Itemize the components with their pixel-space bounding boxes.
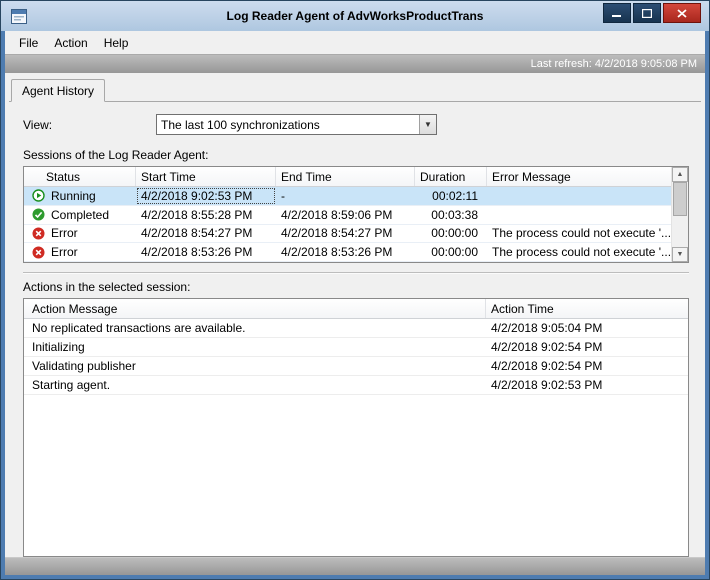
sessions-table-header: Status Start Time End Time Duration Erro… [24, 167, 671, 187]
window: Log Reader Agent of AdvWorksProductTrans… [0, 0, 710, 580]
action-time-cell: 4/2/2018 9:02:54 PM [491, 359, 603, 373]
scroll-track[interactable] [672, 182, 688, 247]
status-text: Error [51, 245, 78, 260]
action-time-cell: 4/2/2018 9:02:54 PM [491, 340, 603, 354]
end-time-cell: 4/2/2018 8:53:26 PM [281, 245, 393, 260]
table-row[interactable]: Error 4/2/2018 8:54:27 PM 4/2/2018 8:54:… [24, 224, 671, 244]
status-cell: Completed [24, 206, 136, 224]
action-row[interactable]: Initializing 4/2/2018 9:02:54 PM [24, 338, 688, 357]
column-header-duration[interactable]: Duration [415, 167, 487, 186]
start-time-cell: 4/2/2018 9:02:53 PM [136, 187, 276, 205]
view-row: View: The last 100 synchronizations ▼ [23, 114, 689, 135]
scroll-down-button[interactable]: ▼ [672, 247, 688, 262]
start-time-cell: 4/2/2018 8:55:28 PM [141, 207, 253, 222]
actions-table-header: Action Message Action Time [24, 299, 688, 319]
action-time-cell: 4/2/2018 9:02:53 PM [491, 378, 603, 392]
menu-item-file[interactable]: File [11, 33, 46, 53]
sessions-table: Status Start Time End Time Duration Erro… [23, 166, 689, 263]
minimize-button[interactable] [603, 3, 631, 23]
vertical-scrollbar[interactable]: ▲ ▼ [671, 167, 688, 262]
error-message-cell: The process could not execute '... [492, 245, 671, 260]
start-time-cell: 4/2/2018 8:54:27 PM [141, 226, 253, 241]
column-header-end-time[interactable]: End Time [276, 167, 415, 186]
section-divider [23, 272, 689, 274]
completed-icon [32, 208, 45, 221]
table-row[interactable]: Error 4/2/2018 8:53:26 PM 4/2/2018 8:53:… [24, 243, 671, 262]
status-text: Completed [51, 207, 110, 222]
action-row[interactable]: Validating publisher 4/2/2018 9:02:54 PM [24, 357, 688, 376]
duration-cell: 00:02:11 [432, 188, 478, 203]
status-text: Error [51, 226, 78, 241]
end-time-cell: - [281, 188, 285, 203]
column-header-action-message[interactable]: Action Message [24, 299, 486, 318]
maximize-button[interactable] [633, 3, 661, 23]
maximize-icon [642, 8, 652, 18]
scroll-thumb[interactable] [673, 182, 687, 216]
sessions-table-main: Status Start Time End Time Duration Erro… [24, 167, 671, 262]
column-header-status[interactable]: Status [24, 167, 136, 186]
duration-cell: 00:00:00 [431, 245, 478, 260]
table-row[interactable]: Completed 4/2/2018 8:55:28 PM 4/2/2018 8… [24, 205, 671, 225]
status-bar [5, 557, 705, 575]
actions-table: Action Message Action Time No replicated… [23, 298, 689, 557]
menu-item-help[interactable]: Help [96, 33, 137, 53]
scroll-up-icon: ▲ [676, 171, 684, 178]
error-message-cell: The process could not execute '... [492, 226, 671, 241]
end-time-cell: 4/2/2018 8:54:27 PM [281, 226, 393, 241]
app-frame: File Action Help Last refresh: 4/2/2018 … [5, 31, 705, 575]
close-icon [677, 8, 687, 18]
action-message-cell: Initializing [32, 340, 85, 354]
action-row[interactable]: Starting agent. 4/2/2018 9:02:53 PM [24, 376, 688, 395]
menu-bar: File Action Help [5, 31, 705, 54]
window-icon [11, 8, 27, 24]
menu-item-action[interactable]: Action [46, 33, 95, 53]
error-message-cell [487, 206, 671, 224]
scroll-down-icon: ▼ [676, 251, 684, 258]
status-text: Running [51, 188, 96, 203]
view-dropdown-button[interactable]: ▼ [419, 115, 436, 134]
titlebar-buttons [603, 3, 701, 23]
running-icon [32, 189, 45, 203]
column-header-action-time[interactable]: Action Time [486, 299, 688, 318]
tab-strip: Agent History [9, 78, 701, 102]
actions-heading: Actions in the selected session: [23, 280, 191, 294]
tab-agent-history[interactable]: Agent History [11, 79, 106, 102]
duration-cell: 00:03:38 [431, 207, 478, 222]
status-cell: Running [24, 187, 136, 205]
end-time-cell: 4/2/2018 8:59:06 PM [281, 207, 393, 222]
action-row[interactable]: No replicated transactions are available… [24, 319, 688, 338]
error-message-cell [487, 187, 671, 205]
error-icon [32, 246, 45, 259]
error-icon [32, 227, 45, 240]
minimize-icon [612, 14, 621, 17]
last-refresh-bar: Last refresh: 4/2/2018 9:05:08 PM [5, 54, 705, 73]
chevron-down-icon: ▼ [424, 119, 432, 129]
action-message-cell: No replicated transactions are available… [32, 321, 246, 335]
actions-table-empty-area [24, 395, 688, 556]
scroll-up-button[interactable]: ▲ [672, 167, 688, 182]
status-cell: Error [24, 225, 136, 243]
view-dropdown[interactable]: The last 100 synchronizations ▼ [156, 114, 437, 135]
start-time-cell: 4/2/2018 8:53:26 PM [141, 245, 253, 260]
sessions-heading: Sessions of the Log Reader Agent: [23, 148, 209, 162]
column-header-error-message[interactable]: Error Message [487, 167, 671, 186]
duration-cell: 00:00:00 [431, 226, 478, 241]
view-dropdown-value: The last 100 synchronizations [161, 117, 320, 132]
tab-page: View: The last 100 synchronizations ▼ Se… [9, 102, 701, 557]
view-label: View: [23, 117, 53, 132]
status-cell: Error [24, 243, 136, 261]
close-button[interactable] [663, 3, 701, 23]
titlebar: Log Reader Agent of AdvWorksProductTrans [1, 1, 709, 31]
action-message-cell: Starting agent. [32, 378, 111, 392]
action-message-cell: Validating publisher [32, 359, 136, 373]
column-header-start-time[interactable]: Start Time [136, 167, 276, 186]
table-row[interactable]: Running 4/2/2018 9:02:53 PM - 00:02:11 [24, 187, 671, 206]
last-refresh-text: Last refresh: 4/2/2018 9:05:08 PM [530, 58, 697, 70]
action-time-cell: 4/2/2018 9:05:04 PM [491, 321, 603, 335]
content: Agent History View: The last 100 synchro… [5, 73, 705, 557]
